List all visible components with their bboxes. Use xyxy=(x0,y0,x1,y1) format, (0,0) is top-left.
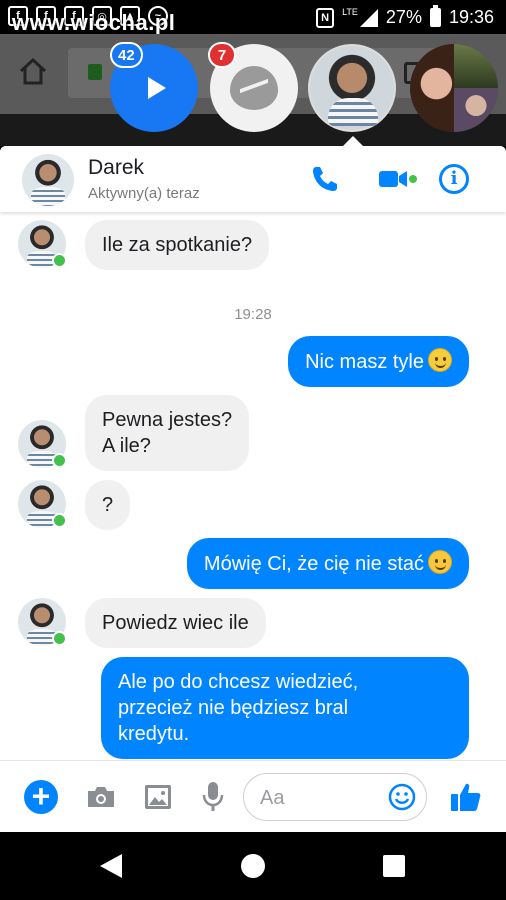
message-input[interactable]: Aa xyxy=(243,773,427,821)
incoming-message[interactable]: Ile za spotkanie? xyxy=(85,220,270,270)
slight-smile-emoji-icon xyxy=(428,348,452,372)
avatar[interactable] xyxy=(22,154,74,206)
emoji-icon[interactable] xyxy=(388,783,416,811)
message-text: Ile za spotkanie? xyxy=(102,234,253,256)
group-avatar-photo xyxy=(410,44,454,132)
plus-icon[interactable]: + xyxy=(24,780,58,814)
outgoing-message[interactable]: Ale po do chcesz wiedzieć, przecież nie … xyxy=(101,657,469,759)
contact-status: Aktywny(a) teraz xyxy=(88,185,200,202)
contact-name[interactable]: Darek xyxy=(88,156,144,180)
video-call-icon[interactable] xyxy=(378,166,408,192)
message-text: Ale po do chcesz wiedzieć, xyxy=(118,671,359,693)
online-indicator xyxy=(409,175,417,183)
message-text: A ile? xyxy=(102,435,151,457)
message-timestamp: 19:28 xyxy=(234,306,272,323)
online-indicator xyxy=(52,253,67,268)
message-text: Mówię Ci, że cię nie stać xyxy=(203,553,424,575)
chat-header: Darek Aktywny(a) teraz i xyxy=(0,146,506,212)
message-text: Pewna jestes? xyxy=(102,409,233,431)
phone-icon[interactable] xyxy=(310,164,340,194)
clock: 19:36 xyxy=(448,7,494,27)
signal-icon xyxy=(359,8,378,27)
online-indicator xyxy=(52,453,67,468)
messenger-badge: 7 xyxy=(208,42,236,68)
recent-apps-icon[interactable] xyxy=(383,855,405,877)
incoming-message[interactable]: Pewna jestes? A ile? xyxy=(85,395,250,471)
back-icon[interactable] xyxy=(100,854,122,878)
outgoing-message[interactable]: Nic masz tyle xyxy=(288,336,469,387)
online-indicator xyxy=(52,513,67,528)
thumbs-up-icon[interactable] xyxy=(450,781,482,813)
blush-smile-emoji-icon xyxy=(428,550,452,574)
messenger-icon xyxy=(230,66,278,110)
outgoing-message[interactable]: Mówię Ci, że cię nie stać xyxy=(186,538,469,589)
navigation-bar xyxy=(0,832,506,900)
lock-icon xyxy=(88,64,102,80)
incoming-message[interactable]: Powiedz wiec ile xyxy=(85,598,266,648)
input-placeholder: Aa xyxy=(260,787,285,809)
message-text: Nic masz tyle xyxy=(305,351,424,373)
online-indicator xyxy=(52,631,67,646)
microphone-icon[interactable] xyxy=(202,781,224,813)
nfc-icon: N xyxy=(316,7,335,28)
group-avatar-photo xyxy=(454,44,498,88)
play-icon xyxy=(148,77,166,99)
watermark: www.wiocha.pl xyxy=(12,10,176,35)
camera-icon[interactable] xyxy=(86,785,116,809)
active-head-pointer xyxy=(343,136,363,146)
battery-percent: 27% xyxy=(385,7,422,27)
gallery-icon[interactable] xyxy=(144,784,172,810)
group-avatar-photo xyxy=(454,88,498,132)
home-nav-icon[interactable] xyxy=(241,854,265,878)
group-chat-head[interactable] xyxy=(410,44,498,132)
video-badge: 42 xyxy=(110,42,143,68)
message-text: ? xyxy=(102,494,114,516)
message-text: Powiedz wiec ile xyxy=(102,612,249,634)
info-icon[interactable]: i xyxy=(439,164,469,194)
home-icon[interactable] xyxy=(18,56,48,86)
message-text: przecież nie będziesz bral xyxy=(118,697,349,719)
chat-window: Darek Aktywny(a) teraz i Ile za spotkani… xyxy=(0,146,506,832)
network-type: LTE xyxy=(342,6,358,17)
status-indicators: N LTE 27% 19:36 xyxy=(316,5,494,28)
message-composer: + Aa xyxy=(0,760,506,832)
incoming-message[interactable]: ? xyxy=(85,480,131,530)
status-bar: f f f ◎ ▲ ~ www.wiocha.pl N LTE 27% 19:3… xyxy=(0,0,506,35)
darek-chat-head[interactable] xyxy=(308,44,396,132)
message-text: kredytu. xyxy=(118,723,190,745)
battery-icon xyxy=(429,5,441,27)
message-list[interactable]: Ile za spotkanie? 19:28 Nic masz tyle Pe… xyxy=(0,212,506,760)
